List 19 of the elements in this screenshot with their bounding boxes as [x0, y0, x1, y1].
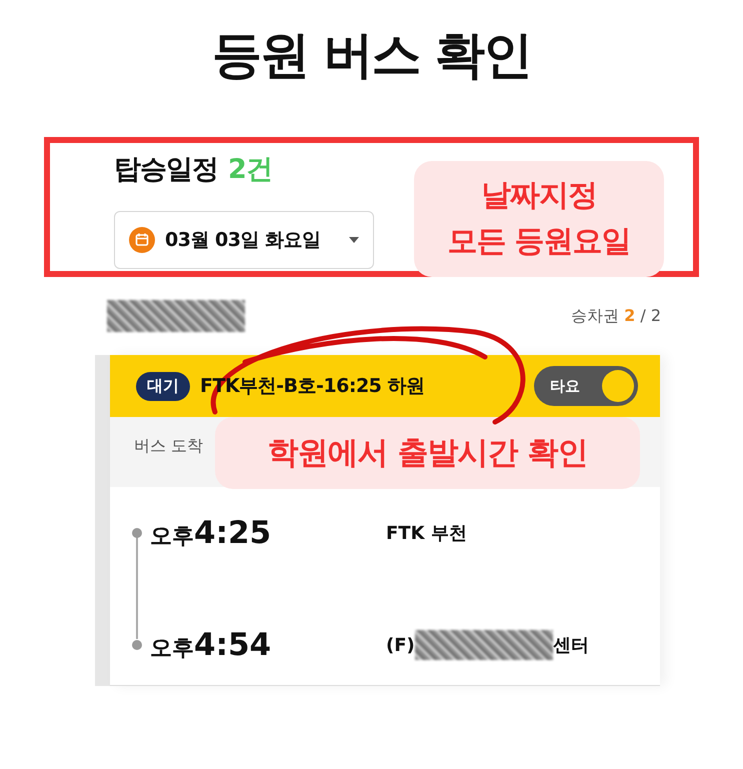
ticket-count: 승차권 2 / 2 [571, 306, 661, 326]
stop-time: 오후4:25 [150, 515, 272, 551]
page-title: 등원 버스 확인 [212, 25, 531, 86]
annotation-callout: 날짜지정 모든 등원요일 [414, 161, 664, 277]
timeline-dot [132, 640, 142, 650]
stop-place: FTK 부천 [386, 522, 467, 545]
schedule-count: 2건 [228, 153, 272, 187]
date-select[interactable]: 03월 03일 화요일 [114, 211, 374, 269]
stop-place: 센터 [552, 634, 589, 657]
status-badge: 대기 [136, 372, 190, 400]
annotation-callout: 학원에서 출발시간 확인 [215, 417, 640, 489]
stop-place: (F) [386, 634, 415, 656]
calendar-icon [129, 227, 155, 253]
stop-time: 오후4:54 [150, 627, 272, 663]
ride-toggle[interactable]: 타요 [534, 366, 638, 406]
schedule-heading: 탑승일정 [114, 153, 218, 187]
bus-arrival-label: 버스 도착 [134, 436, 204, 456]
timeline-dot [132, 528, 142, 538]
caret-icon [349, 237, 359, 243]
